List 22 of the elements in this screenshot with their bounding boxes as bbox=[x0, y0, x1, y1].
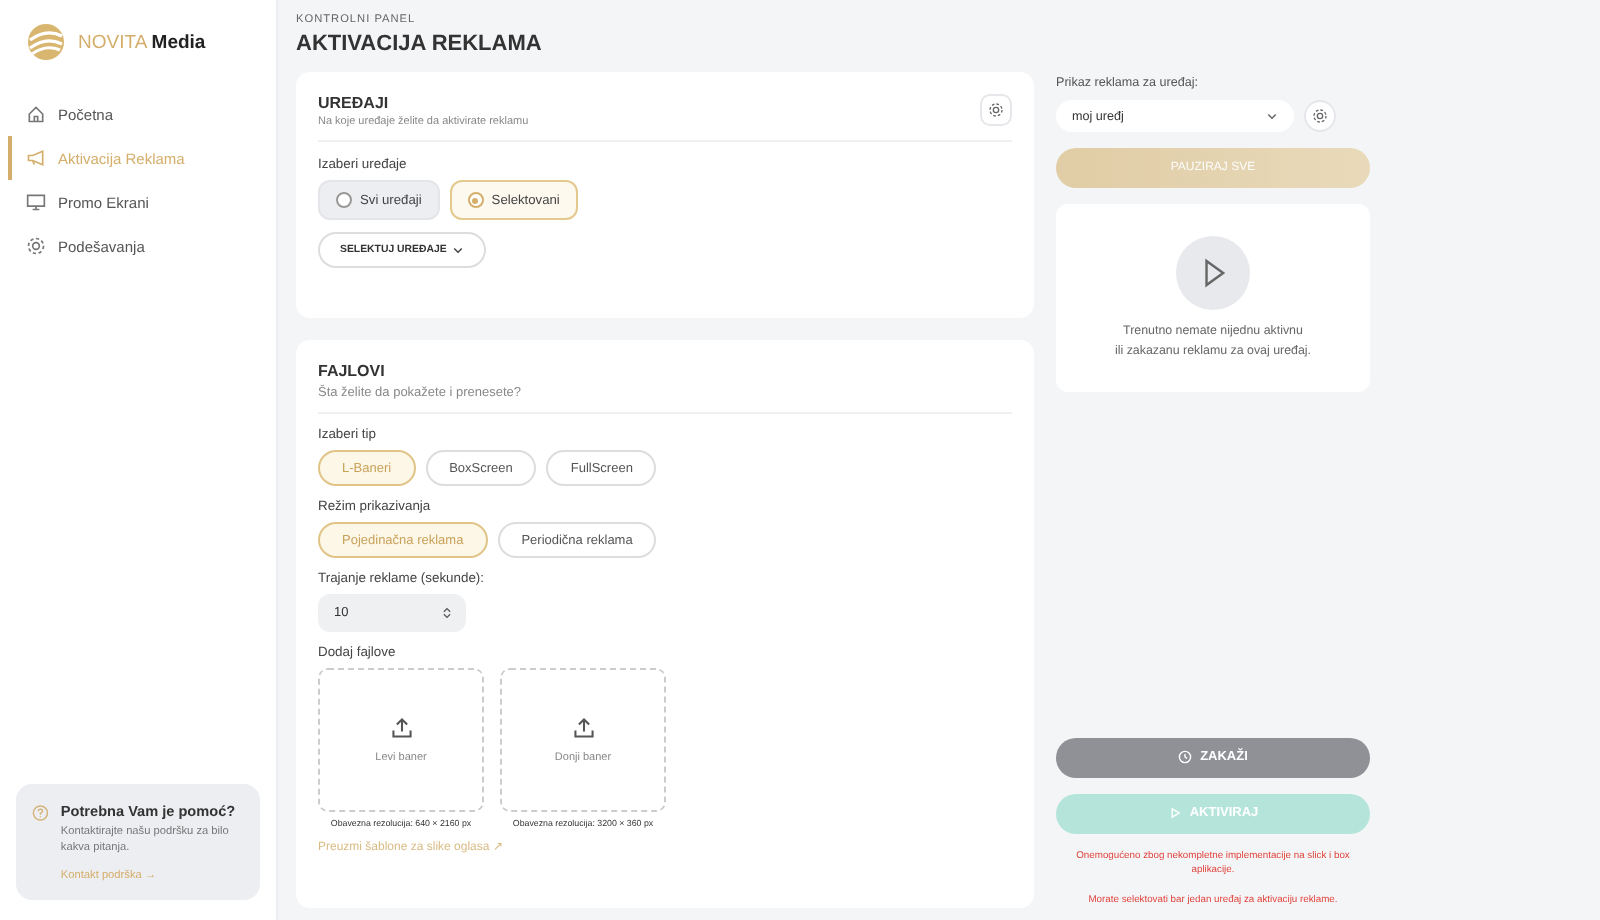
settings-icon bbox=[988, 102, 1004, 118]
play-icon bbox=[1167, 806, 1182, 821]
settings-icon bbox=[26, 236, 46, 256]
megaphone-icon bbox=[26, 148, 46, 168]
question-icon bbox=[32, 802, 49, 825]
spinner-icon bbox=[442, 606, 452, 620]
upload-icon bbox=[571, 716, 595, 740]
upload-icon bbox=[389, 716, 413, 740]
card-title: UREĐAJI bbox=[318, 94, 391, 112]
chevron-down-icon bbox=[1266, 110, 1278, 122]
page-title: AKTIVACIJA REKLAMA bbox=[296, 32, 544, 56]
card-title: FAJLOVI bbox=[318, 362, 387, 380]
clock-icon bbox=[1178, 750, 1193, 765]
settings-button[interactable] bbox=[980, 94, 1012, 126]
monitor-icon bbox=[26, 192, 46, 212]
logo-icon bbox=[26, 22, 66, 62]
home-icon bbox=[26, 104, 46, 124]
settings-icon bbox=[1312, 108, 1328, 124]
settings-button[interactable] bbox=[1304, 100, 1336, 132]
chevron-down-icon bbox=[452, 244, 465, 256]
brand-name: NOVITA Media bbox=[78, 31, 206, 53]
play-icon bbox=[1176, 235, 1250, 310]
